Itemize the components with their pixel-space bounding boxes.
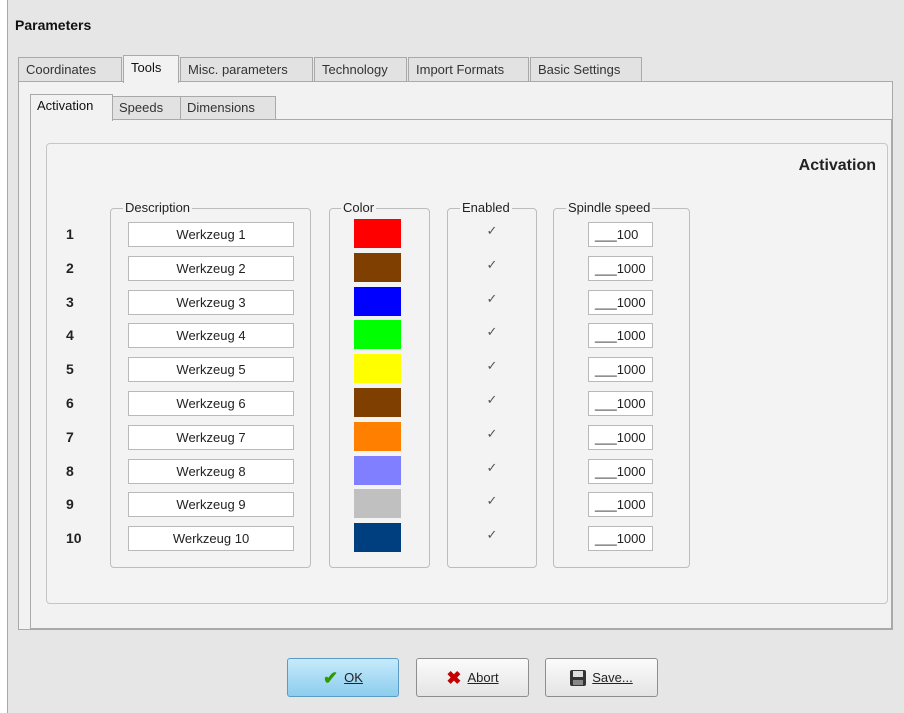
description-header: Description [123,200,193,216]
tool-color-swatch[interactable] [354,253,401,282]
enabled-header: Enabled [460,200,512,216]
ok-button-label: OK [344,670,363,685]
tool-description-field[interactable]: Werkzeug 1 [128,222,294,247]
tool-color-swatch[interactable] [354,422,401,451]
save-button[interactable]: Save... [545,658,658,697]
tool-description-field[interactable]: Werkzeug 3 [128,290,294,315]
spindle-speed-field[interactable]: ___100 [588,222,653,247]
window-title: Parameters [15,17,92,33]
enabled-checkbox[interactable]: ✓ [484,493,500,509]
floppy-disk-icon [570,669,587,686]
tool-number: 2 [66,260,74,276]
tool-number: 7 [66,429,74,445]
enabled-checkbox[interactable]: ✓ [484,223,500,239]
tool-color-swatch[interactable] [354,320,401,349]
tool-description-field[interactable]: Werkzeug 6 [128,391,294,416]
x-icon: ✖ [446,667,462,688]
enabled-checkbox[interactable]: ✓ [484,257,500,273]
tool-description-field[interactable]: Werkzeug 7 [128,425,294,450]
main-tabbar: Coordinates Tools Misc. parameters Technolo… [18,55,642,83]
tool-description-field[interactable]: Werkzeug 9 [128,492,294,517]
save-button-label: Save... [592,670,633,685]
checkmark-icon: ✔ [323,667,339,688]
tool-color-swatch[interactable] [354,354,401,383]
enabled-checkbox[interactable]: ✓ [484,392,500,408]
tool-color-swatch[interactable] [354,523,401,552]
tool-color-swatch[interactable] [354,489,401,518]
spindle-speed-field[interactable]: ___1000 [588,256,653,281]
tab-misc-parameters[interactable]: Misc. parameters [180,57,313,82]
tool-description-field[interactable]: Werkzeug 10 [128,526,294,551]
tool-color-swatch[interactable] [354,388,401,417]
tab-technology[interactable]: Technology [314,57,407,82]
activation-heading: Activation [798,157,876,174]
tool-number: 4 [66,327,74,343]
tool-description-field[interactable]: Werkzeug 2 [128,256,294,281]
spindle-speed-field[interactable]: ___1000 [588,425,653,450]
tool-number: 1 [66,226,74,242]
enabled-checkbox[interactable]: ✓ [484,291,500,307]
tool-description-field[interactable]: Werkzeug 8 [128,459,294,484]
spindle-speed-header: Spindle speed [566,200,653,216]
subtab-speeds[interactable]: Speeds [112,96,181,120]
tool-number: 5 [66,361,74,377]
abort-button-label: Abort [467,670,499,685]
enabled-checkbox[interactable]: ✓ [484,460,500,476]
spindle-speed-field[interactable]: ___1000 [588,459,653,484]
tool-description-field[interactable]: Werkzeug 5 [128,357,294,382]
color-header: Color [341,200,377,216]
tool-color-swatch[interactable] [354,287,401,316]
tool-number: 3 [66,294,74,310]
subtab-dimensions[interactable]: Dimensions [180,96,276,120]
tool-color-swatch[interactable] [354,456,401,485]
tool-description-field[interactable]: Werkzeug 4 [128,323,294,348]
enabled-checkbox[interactable]: ✓ [484,527,500,543]
tool-color-swatch[interactable] [354,219,401,248]
tool-number: 8 [66,463,74,479]
tab-coordinates[interactable]: Coordinates [18,57,122,82]
tool-number: 9 [66,496,74,512]
enabled-checkbox[interactable]: ✓ [484,324,500,340]
ok-button[interactable]: ✔ OK [287,658,399,697]
spindle-speed-field[interactable]: ___1000 [588,357,653,382]
abort-button[interactable]: ✖ Abort [416,658,529,697]
tool-number: 10 [66,530,82,546]
enabled-checkbox[interactable]: ✓ [484,358,500,374]
spindle-speed-field[interactable]: ___1000 [588,391,653,416]
spindle-speed-field[interactable]: ___1000 [588,290,653,315]
subtab-activation[interactable]: Activation [30,94,113,121]
enabled-checkbox[interactable]: ✓ [484,426,500,442]
tab-tools[interactable]: Tools [123,55,179,83]
tab-basic-settings[interactable]: Basic Settings [530,57,642,82]
spindle-speed-field[interactable]: ___1000 [588,526,653,551]
tool-number: 6 [66,395,74,411]
sub-tabbar: Activation Speeds Dimensions [30,94,290,121]
spindle-speed-field[interactable]: ___1000 [588,323,653,348]
tab-import-formats[interactable]: Import Formats [408,57,529,82]
spindle-speed-field[interactable]: ___1000 [588,492,653,517]
